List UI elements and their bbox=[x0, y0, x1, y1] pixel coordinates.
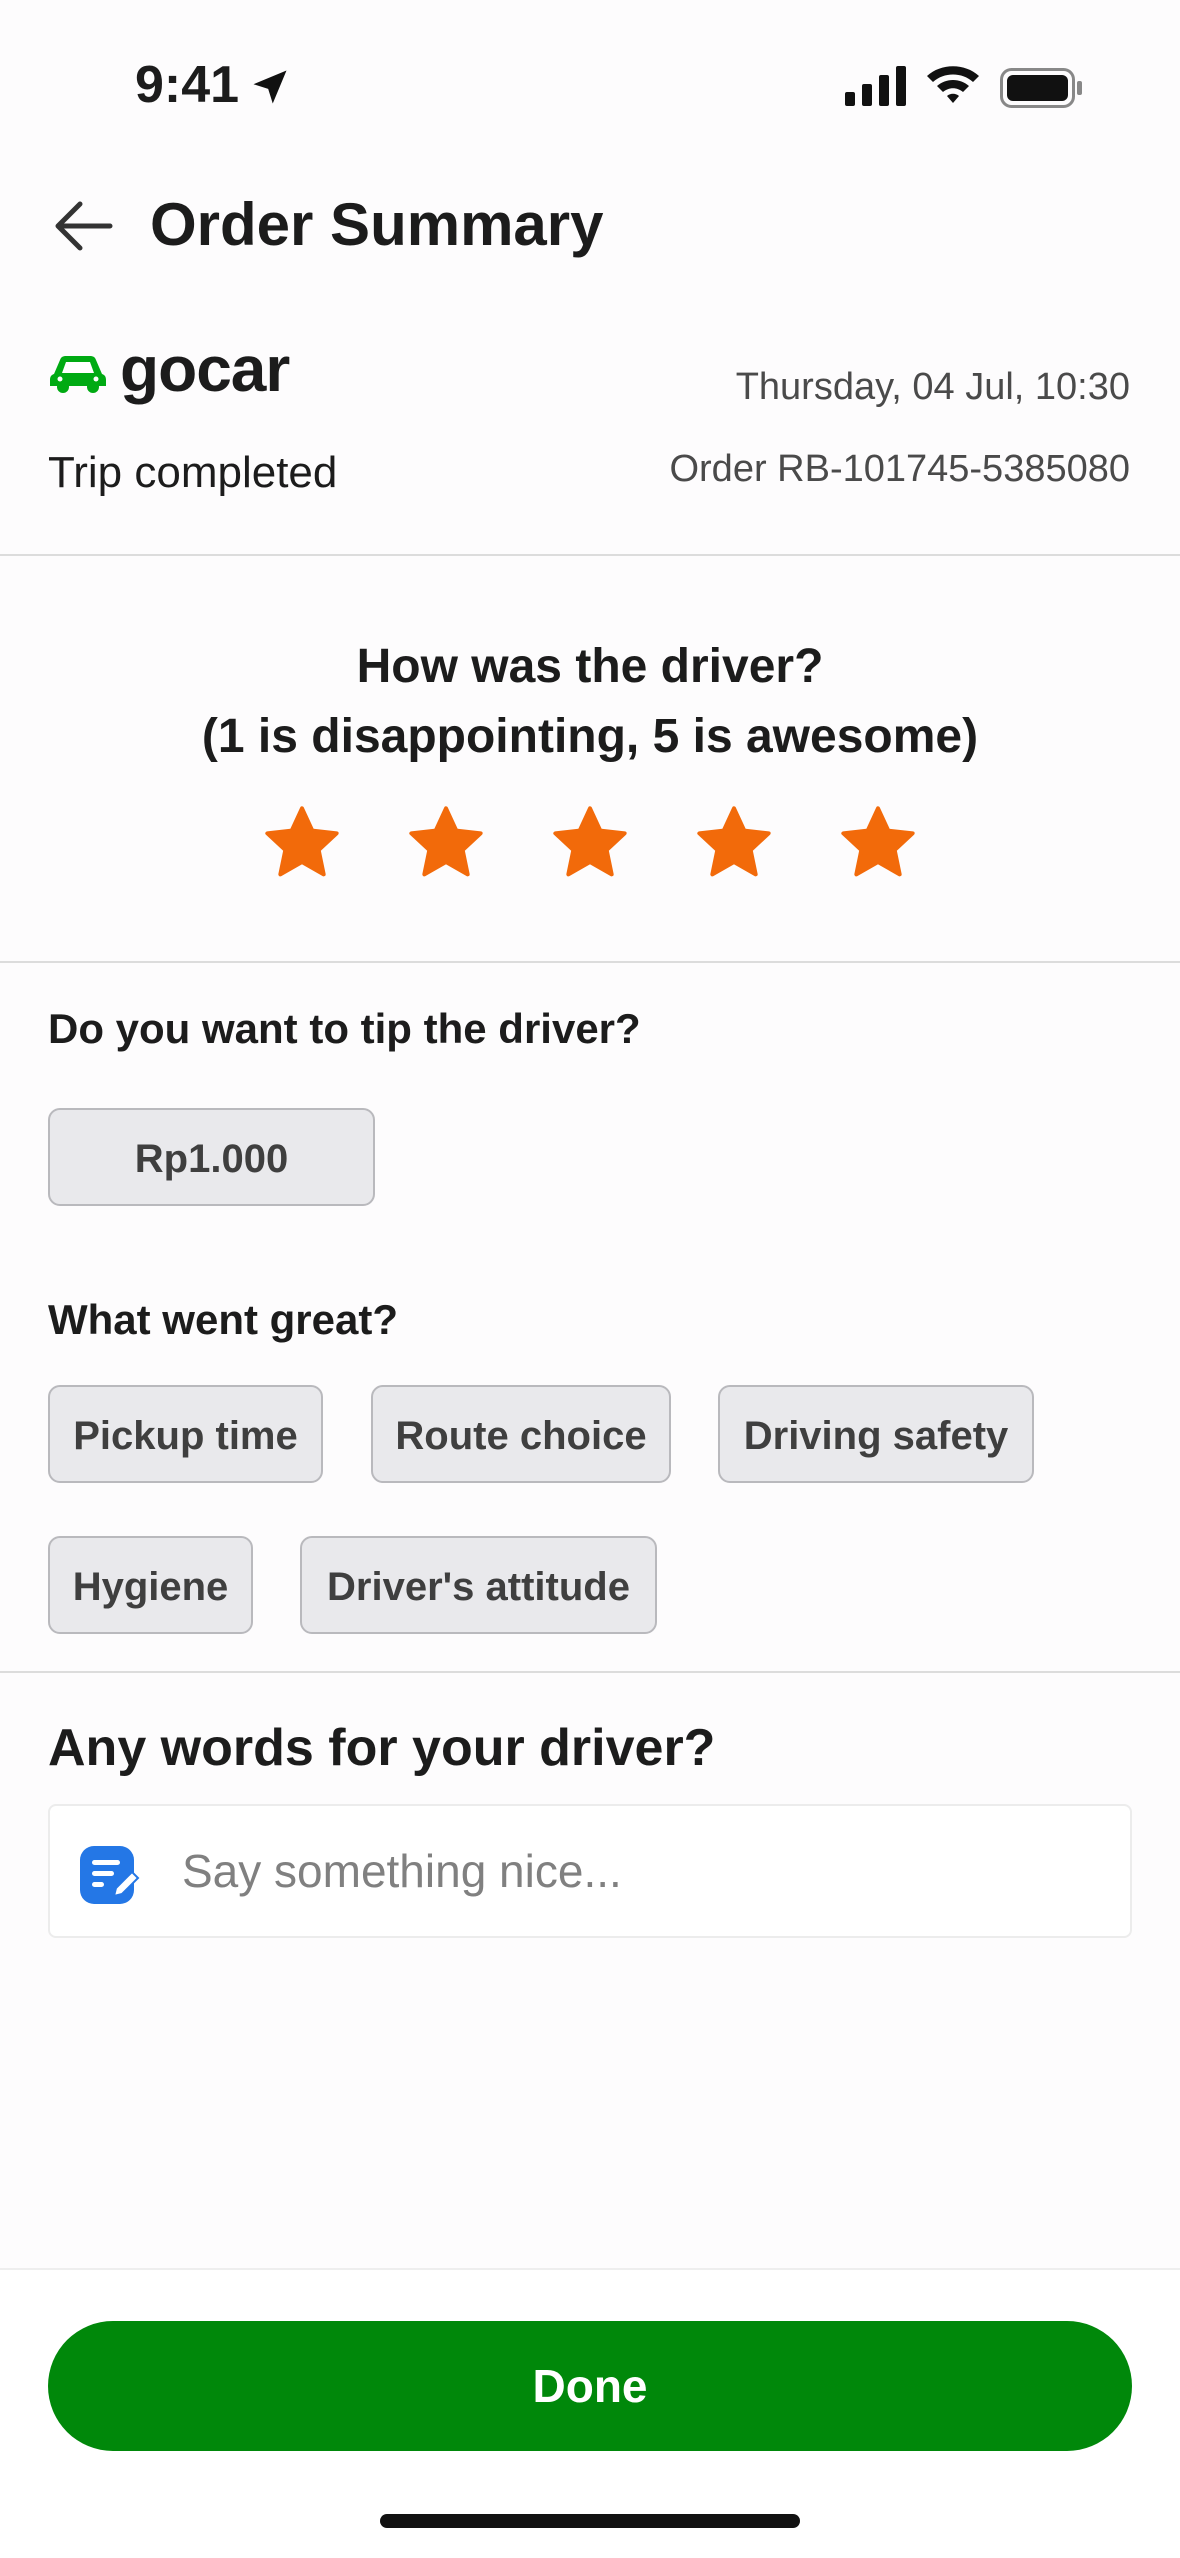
status-time: 9:41 bbox=[135, 56, 240, 114]
divider bbox=[0, 554, 1180, 556]
star-2-icon[interactable] bbox=[406, 803, 486, 883]
comment-input[interactable] bbox=[180, 1820, 1104, 1922]
divider bbox=[0, 961, 1180, 963]
chip-pickup-time[interactable]: Pickup time bbox=[48, 1385, 323, 1483]
divider bbox=[0, 1671, 1180, 1673]
tip-option-chip[interactable]: Rp1.000 bbox=[48, 1108, 375, 1206]
chip-route-choice[interactable]: Route choice bbox=[371, 1385, 671, 1483]
tip-question: Do you want to tip the driver? bbox=[48, 1005, 641, 1052]
page-title: Order Summary bbox=[150, 191, 604, 258]
arrow-left-icon bbox=[55, 201, 113, 251]
star-1-icon[interactable] bbox=[262, 803, 342, 883]
location-arrow-icon bbox=[253, 70, 287, 104]
order-id: Order RB-101745-5385080 bbox=[669, 448, 1130, 490]
done-button[interactable]: Done bbox=[48, 2321, 1132, 2451]
home-indicator[interactable] bbox=[380, 2514, 800, 2528]
back-button[interactable] bbox=[50, 198, 116, 254]
star-3-icon[interactable] bbox=[550, 803, 630, 883]
chip-drivers-attitude[interactable]: Driver's attitude bbox=[300, 1536, 657, 1634]
brand-logo: gocar bbox=[120, 333, 290, 405]
wifi-icon bbox=[927, 66, 979, 103]
trip-status: Trip completed bbox=[48, 448, 338, 497]
chip-driving-safety[interactable]: Driving safety bbox=[718, 1385, 1034, 1483]
order-date: Thursday, 04 Jul, 10:30 bbox=[735, 366, 1130, 408]
feedback-question: What went great? bbox=[48, 1296, 399, 1343]
signal-icon bbox=[845, 66, 906, 106]
rating-question-line2: (1 is disappointing, 5 is awesome) bbox=[201, 710, 979, 763]
chip-hygiene[interactable]: Hygiene bbox=[48, 1536, 253, 1634]
comment-question: Any words for your driver? bbox=[48, 1719, 716, 1777]
star-5-icon[interactable] bbox=[838, 803, 918, 883]
rating-question-line1: How was the driver? bbox=[356, 640, 824, 693]
rating-question: How was the driver? (1 is disappointing,… bbox=[0, 632, 1180, 772]
edit-note-icon bbox=[80, 1846, 140, 1904]
car-icon bbox=[50, 356, 106, 393]
star-4-icon[interactable] bbox=[694, 803, 774, 883]
battery-icon bbox=[1000, 68, 1082, 108]
